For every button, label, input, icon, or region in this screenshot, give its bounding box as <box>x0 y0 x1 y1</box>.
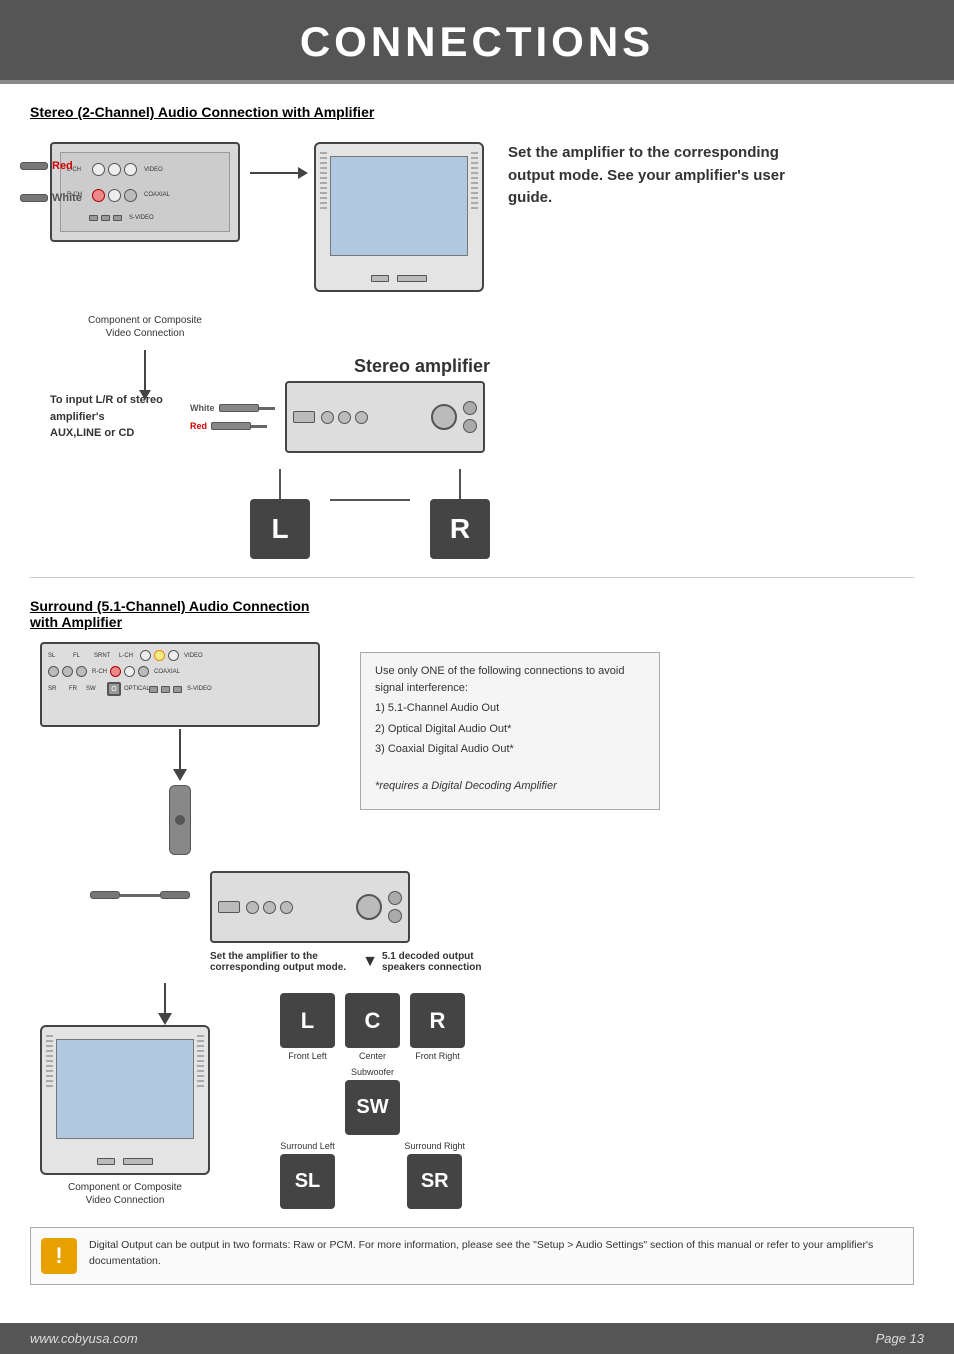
main-content: Stereo (2-Channel) Audio Connection with… <box>0 84 954 1305</box>
stereo-amp-label: Stereo amplifier <box>354 356 490 377</box>
stereo-section: Stereo (2-Channel) Audio Connection with… <box>30 104 914 559</box>
surround-section-title: Surround (5.1-Channel) Audio Connection … <box>30 598 914 630</box>
surround-amplifier <box>210 871 410 943</box>
decoded-label2: 5.1 decoded output speakers connection <box>382 951 481 973</box>
instruction-text: Set the amplifier to the corresponding o… <box>508 142 828 210</box>
info-box: Use only ONE of the following connection… <box>360 652 660 810</box>
input-label: To input L/R of stereo amplifier's AUX,L… <box>50 392 180 442</box>
page-header: CONNECTIONS <box>0 0 954 80</box>
page-title: CONNECTIONS <box>0 18 954 66</box>
red-label: Red <box>52 160 73 172</box>
stereo-section-title: Stereo (2-Channel) Audio Connection with… <box>30 104 914 120</box>
surround-component-label: Component or CompositeVideo Connection <box>40 1181 210 1207</box>
surround-tv-device <box>40 1025 210 1175</box>
speaker-right: R <box>430 499 490 559</box>
speaker-center: C Center <box>345 993 400 1061</box>
optical-cable <box>169 785 191 855</box>
page-footer: www.cobyusa.com Page 13 <box>0 1323 954 1354</box>
tv-device <box>314 142 484 292</box>
decoded-label1: Set the amplifier to the corresponding o… <box>210 951 346 973</box>
speaker-front-left: L Front Left <box>280 993 335 1061</box>
speaker-surround-left: Surround Left SL <box>280 1141 335 1209</box>
surround-dvd-player: SL FL SRNT L-CH VIDEO <box>40 642 320 727</box>
warning-text: Digital Output can be output in two form… <box>89 1238 903 1270</box>
warning-icon: ! <box>41 1238 77 1274</box>
section-divider <box>30 577 914 578</box>
stereo-amplifier <box>285 381 485 453</box>
footer-page: Page 13 <box>876 1331 924 1346</box>
decoded-arrow: ▼ <box>362 953 378 971</box>
speaker-surround-right: Surround Right SR <box>404 1141 465 1209</box>
footer-url: www.cobyusa.com <box>30 1331 138 1346</box>
speaker-front-right: R Front Right <box>410 993 465 1061</box>
speaker-subwoofer: Subwoofer SW <box>345 1067 400 1135</box>
warning-box: ! Digital Output can be output in two fo… <box>30 1227 914 1285</box>
surround-section: Surround (5.1-Channel) Audio Connection … <box>30 598 914 1285</box>
component-video-label: Component or CompositeVideo Connection <box>50 314 240 340</box>
speaker-left: L <box>250 499 310 559</box>
white-label: White <box>52 192 82 204</box>
